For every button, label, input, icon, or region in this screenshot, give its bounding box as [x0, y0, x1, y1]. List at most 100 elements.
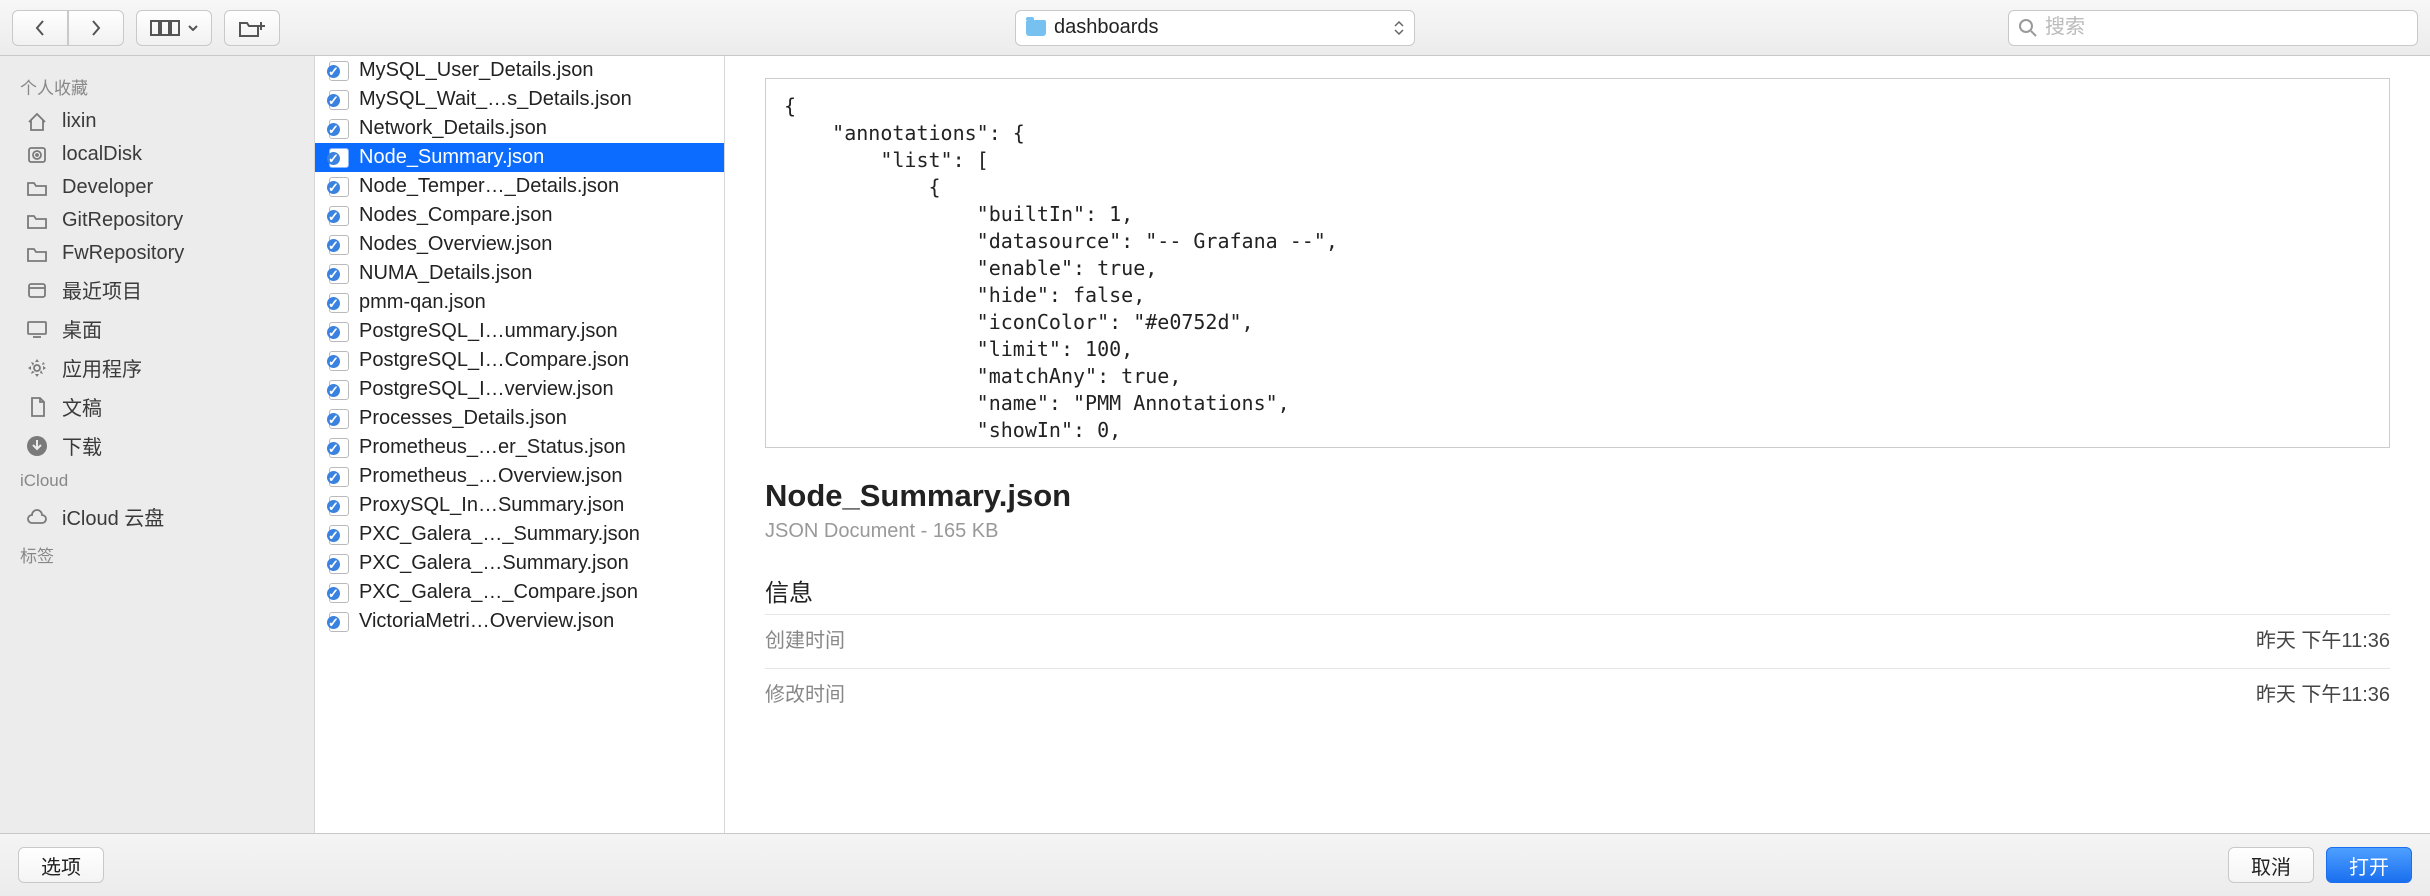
docs-icon	[24, 396, 50, 418]
home-icon	[24, 111, 50, 133]
sidebar-item[interactable]: lixin	[0, 105, 314, 138]
nav-buttons	[12, 10, 124, 46]
json-file-icon	[329, 583, 349, 603]
file-row[interactable]: NUMA_Details.json	[315, 259, 724, 288]
sidebar-item[interactable]: 最近项目	[0, 270, 314, 309]
main: 个人收藏 lixin localDisk Developer GitRepository…	[0, 56, 2430, 833]
json-file-icon	[329, 438, 349, 458]
sidebar-item-label: localDisk	[62, 143, 142, 166]
file-name: Processes_Details.json	[359, 407, 567, 430]
sidebar-item[interactable]: 桌面	[0, 309, 314, 348]
json-file-icon	[329, 554, 349, 574]
sidebar-item-label: Developer	[62, 176, 153, 199]
json-file-icon	[329, 380, 349, 400]
file-row[interactable]: PostgreSQL_I…verview.json	[315, 375, 724, 404]
toolbar: dashboards	[0, 0, 2430, 56]
path-selector[interactable]: dashboards	[1015, 10, 1415, 46]
new-folder-button[interactable]	[224, 10, 280, 46]
file-name: Node_Temper…_Details.json	[359, 175, 619, 198]
file-list: MySQL_User_Details.json MySQL_Wait_…s_Det…	[315, 56, 725, 833]
file-row[interactable]: pmm-qan.json	[315, 288, 724, 317]
sidebar-item[interactable]: iCloud 云盘	[0, 497, 314, 536]
sidebar-item-label: 桌面	[62, 314, 102, 343]
file-row[interactable]: Node_Temper…_Details.json	[315, 172, 724, 201]
view-mode-button[interactable]	[136, 10, 212, 46]
file-name: ProxySQL_In…Summary.json	[359, 494, 624, 517]
sidebar-item-label: lixin	[62, 110, 96, 133]
preview-pane: { "annotations": { "list": [ { "builtIn"…	[725, 56, 2430, 833]
options-button[interactable]: 选项	[18, 847, 104, 883]
file-row[interactable]: PostgreSQL_I…Compare.json	[315, 346, 724, 375]
open-button[interactable]: 打开	[2326, 847, 2412, 883]
sidebar-item[interactable]: FwRepository	[0, 237, 314, 270]
file-name: PXC_Galera_…Summary.json	[359, 552, 629, 575]
sidebar-item[interactable]: 应用程序	[0, 348, 314, 387]
json-file-icon	[329, 525, 349, 545]
file-name: PXC_Galera_…_Compare.json	[359, 581, 638, 604]
file-row[interactable]: Nodes_Overview.json	[315, 230, 724, 259]
json-file-icon	[329, 177, 349, 197]
info-key: 修改时间	[765, 678, 845, 707]
file-name: PostgreSQL_I…Compare.json	[359, 349, 629, 372]
file-name: MySQL_User_Details.json	[359, 59, 594, 82]
sidebar: 个人收藏 lixin localDisk Developer GitRepository…	[0, 56, 315, 833]
file-name: pmm-qan.json	[359, 291, 486, 314]
file-row[interactable]: Prometheus_…er_Status.json	[315, 433, 724, 462]
file-row[interactable]: PXC_Galera_…_Summary.json	[315, 520, 724, 549]
json-file-icon	[329, 90, 349, 110]
json-file-icon	[329, 351, 349, 371]
json-file-icon	[329, 148, 349, 168]
sidebar-section-header: 个人收藏	[0, 68, 314, 105]
sidebar-item[interactable]: 下载	[0, 426, 314, 465]
file-row[interactable]: MySQL_User_Details.json	[315, 56, 724, 85]
file-row[interactable]: PXC_Galera_…Summary.json	[315, 549, 724, 578]
file-name: PostgreSQL_I…ummary.json	[359, 320, 618, 343]
sidebar-item[interactable]: Developer	[0, 171, 314, 204]
cloud-icon	[24, 506, 50, 528]
sidebar-section-header: 标签	[0, 536, 314, 573]
json-file-icon	[329, 61, 349, 81]
search-input[interactable]	[2045, 16, 2407, 39]
file-row[interactable]: Nodes_Compare.json	[315, 201, 724, 230]
file-row[interactable]: VictoriaMetri…Overview.json	[315, 607, 724, 636]
sidebar-item[interactable]: 文稿	[0, 387, 314, 426]
updown-icon	[1394, 21, 1404, 35]
sidebar-item-label: 文稿	[62, 392, 102, 421]
json-file-icon	[329, 293, 349, 313]
file-row[interactable]: ProxySQL_In…Summary.json	[315, 491, 724, 520]
file-row[interactable]: Processes_Details.json	[315, 404, 724, 433]
file-row[interactable]: Node_Summary.json	[315, 143, 724, 172]
search-box[interactable]	[2008, 10, 2418, 46]
file-name: Nodes_Compare.json	[359, 204, 552, 227]
sidebar-item[interactable]: GitRepository	[0, 204, 314, 237]
json-file-icon	[329, 206, 349, 226]
recent-icon	[24, 279, 50, 301]
info-value: 昨天 下午11:36	[2256, 678, 2390, 707]
path-label: dashboards	[1054, 16, 1159, 39]
sidebar-item[interactable]: localDisk	[0, 138, 314, 171]
preview-filename: Node_Summary.json	[765, 478, 2390, 514]
info-key: 创建时间	[765, 624, 845, 653]
desktop-icon	[24, 318, 50, 340]
cancel-button[interactable]: 取消	[2228, 847, 2314, 883]
file-name: MySQL_Wait_…s_Details.json	[359, 88, 632, 111]
file-row[interactable]: Network_Details.json	[315, 114, 724, 143]
file-row[interactable]: Prometheus_…Overview.json	[315, 462, 724, 491]
view-buttons	[136, 10, 212, 46]
sidebar-item-label: 应用程序	[62, 353, 142, 382]
sidebar-item-label: FwRepository	[62, 242, 184, 265]
sidebar-item-label: GitRepository	[62, 209, 183, 232]
file-name: PostgreSQL_I…verview.json	[359, 378, 614, 401]
file-row[interactable]: PXC_Galera_…_Compare.json	[315, 578, 724, 607]
file-name: Nodes_Overview.json	[359, 233, 552, 256]
file-row[interactable]: MySQL_Wait_…s_Details.json	[315, 85, 724, 114]
back-button[interactable]	[12, 10, 68, 46]
json-file-icon	[329, 612, 349, 632]
forward-button[interactable]	[68, 10, 124, 46]
json-file-icon	[329, 322, 349, 342]
sidebar-item-label: 最近项目	[62, 275, 142, 304]
footer: 选项 取消 打开	[0, 833, 2430, 896]
preview-kind: JSON Document - 165 KB	[765, 520, 2390, 543]
file-row[interactable]: PostgreSQL_I…ummary.json	[315, 317, 724, 346]
file-name: NUMA_Details.json	[359, 262, 532, 285]
